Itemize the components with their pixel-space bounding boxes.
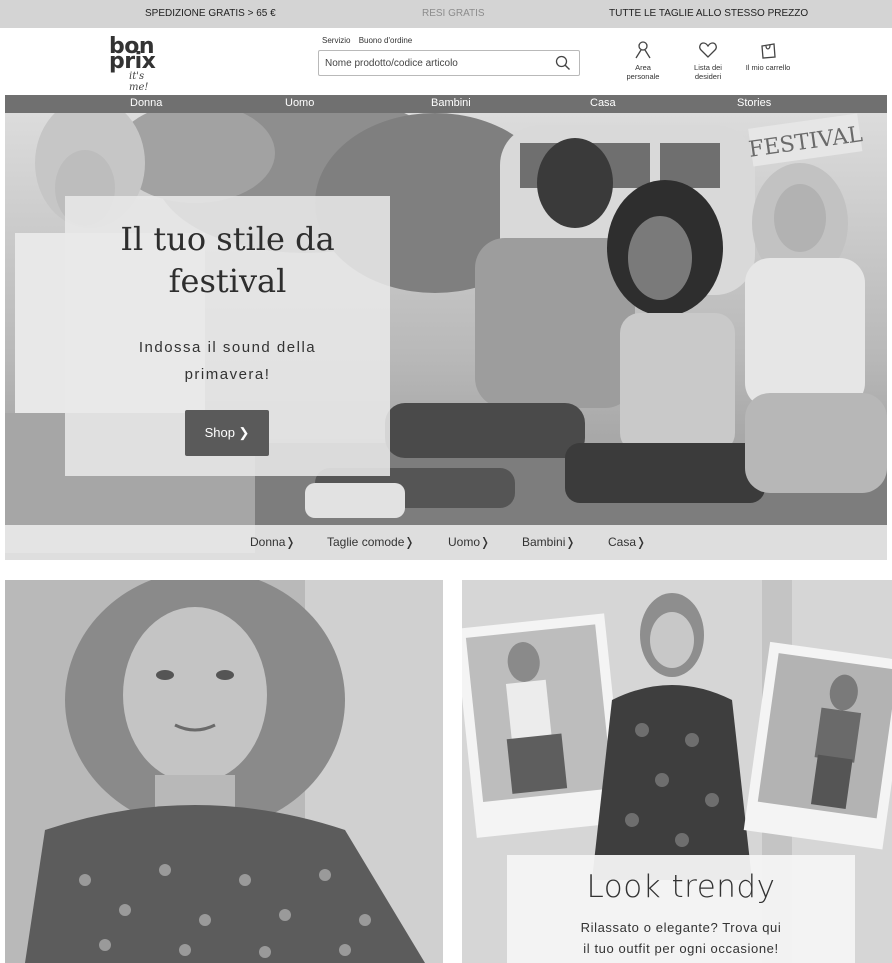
free-returns-text[interactable]: RESI GRATIS <box>422 8 485 19</box>
hero-link-donna[interactable]: Donna❭ <box>250 535 295 549</box>
nav-item-donna[interactable]: Donna <box>130 97 162 109</box>
search-input[interactable] <box>325 54 545 72</box>
logo-line-2: prix <box>109 49 156 74</box>
look-trendy-card: Look trendy Rilassato o elegante? Trova … <box>507 855 855 963</box>
woman-floral-blouse-photo <box>5 580 443 963</box>
promo-bar: SPEDIZIONE GRATIS > 65 € RESI GRATIS TUT… <box>0 0 892 28</box>
heart-icon <box>699 42 717 58</box>
hero-text-card: Il tuo stile da festival Indossa il soun… <box>65 196 390 476</box>
wishlist-label-1: Lista dei <box>694 63 722 72</box>
hero-link-taglie-comode[interactable]: Taglie comode❭ <box>327 535 414 549</box>
bonprix-logo[interactable]: bon prix it's me! <box>106 36 166 94</box>
same-price-sizes-text[interactable]: TUTTE LE TAGLIE ALLO STESSO PREZZO <box>609 8 808 19</box>
hero-category-links: Donna❭ Taglie comode❭ Uomo❭ Bambini❭ Cas… <box>5 525 887 560</box>
hero-link-casa[interactable]: Casa❭ <box>608 535 646 549</box>
look-trendy-line-2: il tuo outfit per ogni occasione! <box>583 941 779 956</box>
cart-button[interactable]: Il mio carrello <box>738 40 798 72</box>
user-icon <box>635 41 651 59</box>
hero-title: Il tuo stile da festival <box>65 218 390 302</box>
search-box <box>318 50 580 76</box>
shop-button[interactable]: Shop ❯ <box>185 410 269 456</box>
shopping-bag-icon <box>761 43 776 59</box>
hero-title-line-2: festival <box>168 262 287 300</box>
hero-title-line-1: Il tuo stile da <box>120 220 335 258</box>
hero-link-uomo[interactable]: Uomo❭ <box>448 535 490 549</box>
service-links: Servizio Buono d'ordine <box>322 36 418 45</box>
free-shipping-text[interactable]: SPEDIZIONE GRATIS > 65 € <box>145 8 276 19</box>
look-trendy-text: Rilassato o elegante? Trova qui il tuo o… <box>517 917 845 959</box>
cart-label: Il mio carrello <box>745 63 791 72</box>
hero-banner[interactable]: FESTIVAL Il tuo stile da festival Indoss <box>5 113 887 560</box>
nav-item-bambini[interactable]: Bambini <box>431 97 471 109</box>
search-icon[interactable] <box>555 55 571 71</box>
look-trendy-title: Look trendy <box>586 869 776 905</box>
wishlist-label-2: desideri <box>694 72 722 81</box>
nav-item-casa[interactable]: Casa <box>590 97 616 109</box>
service-link[interactable]: Servizio <box>322 36 350 45</box>
wishlist-button[interactable]: Lista dei desideri <box>678 40 738 81</box>
main-nav: Donna Uomo Bambini Casa Stories <box>5 95 887 113</box>
account-label-1: Area <box>635 63 651 72</box>
voucher-link[interactable]: Buono d'ordine <box>359 36 413 45</box>
logo-tagline: it's me! <box>129 71 149 93</box>
account-label-2: personale <box>626 72 660 81</box>
header: bon prix it's me! Servizio Buono d'ordin… <box>0 28 892 94</box>
nav-item-stories[interactable]: Stories <box>737 97 771 109</box>
account-button[interactable]: Area personale <box>613 40 673 81</box>
hero-subtitle-line-2: primavera! <box>184 366 271 383</box>
hero-subtitle: Indossa il sound della primavera! <box>85 334 370 388</box>
look-trendy-tile[interactable]: Look trendy Rilassato o elegante? Trova … <box>462 580 892 963</box>
nav-item-uomo[interactable]: Uomo <box>285 97 314 109</box>
hero-subtitle-line-1: Indossa il sound della <box>138 339 317 356</box>
plus-size-tile[interactable] <box>5 580 443 963</box>
look-trendy-line-1: Rilassato o elegante? Trova qui <box>580 920 782 935</box>
hero-link-bambini[interactable]: Bambini❭ <box>522 535 575 549</box>
